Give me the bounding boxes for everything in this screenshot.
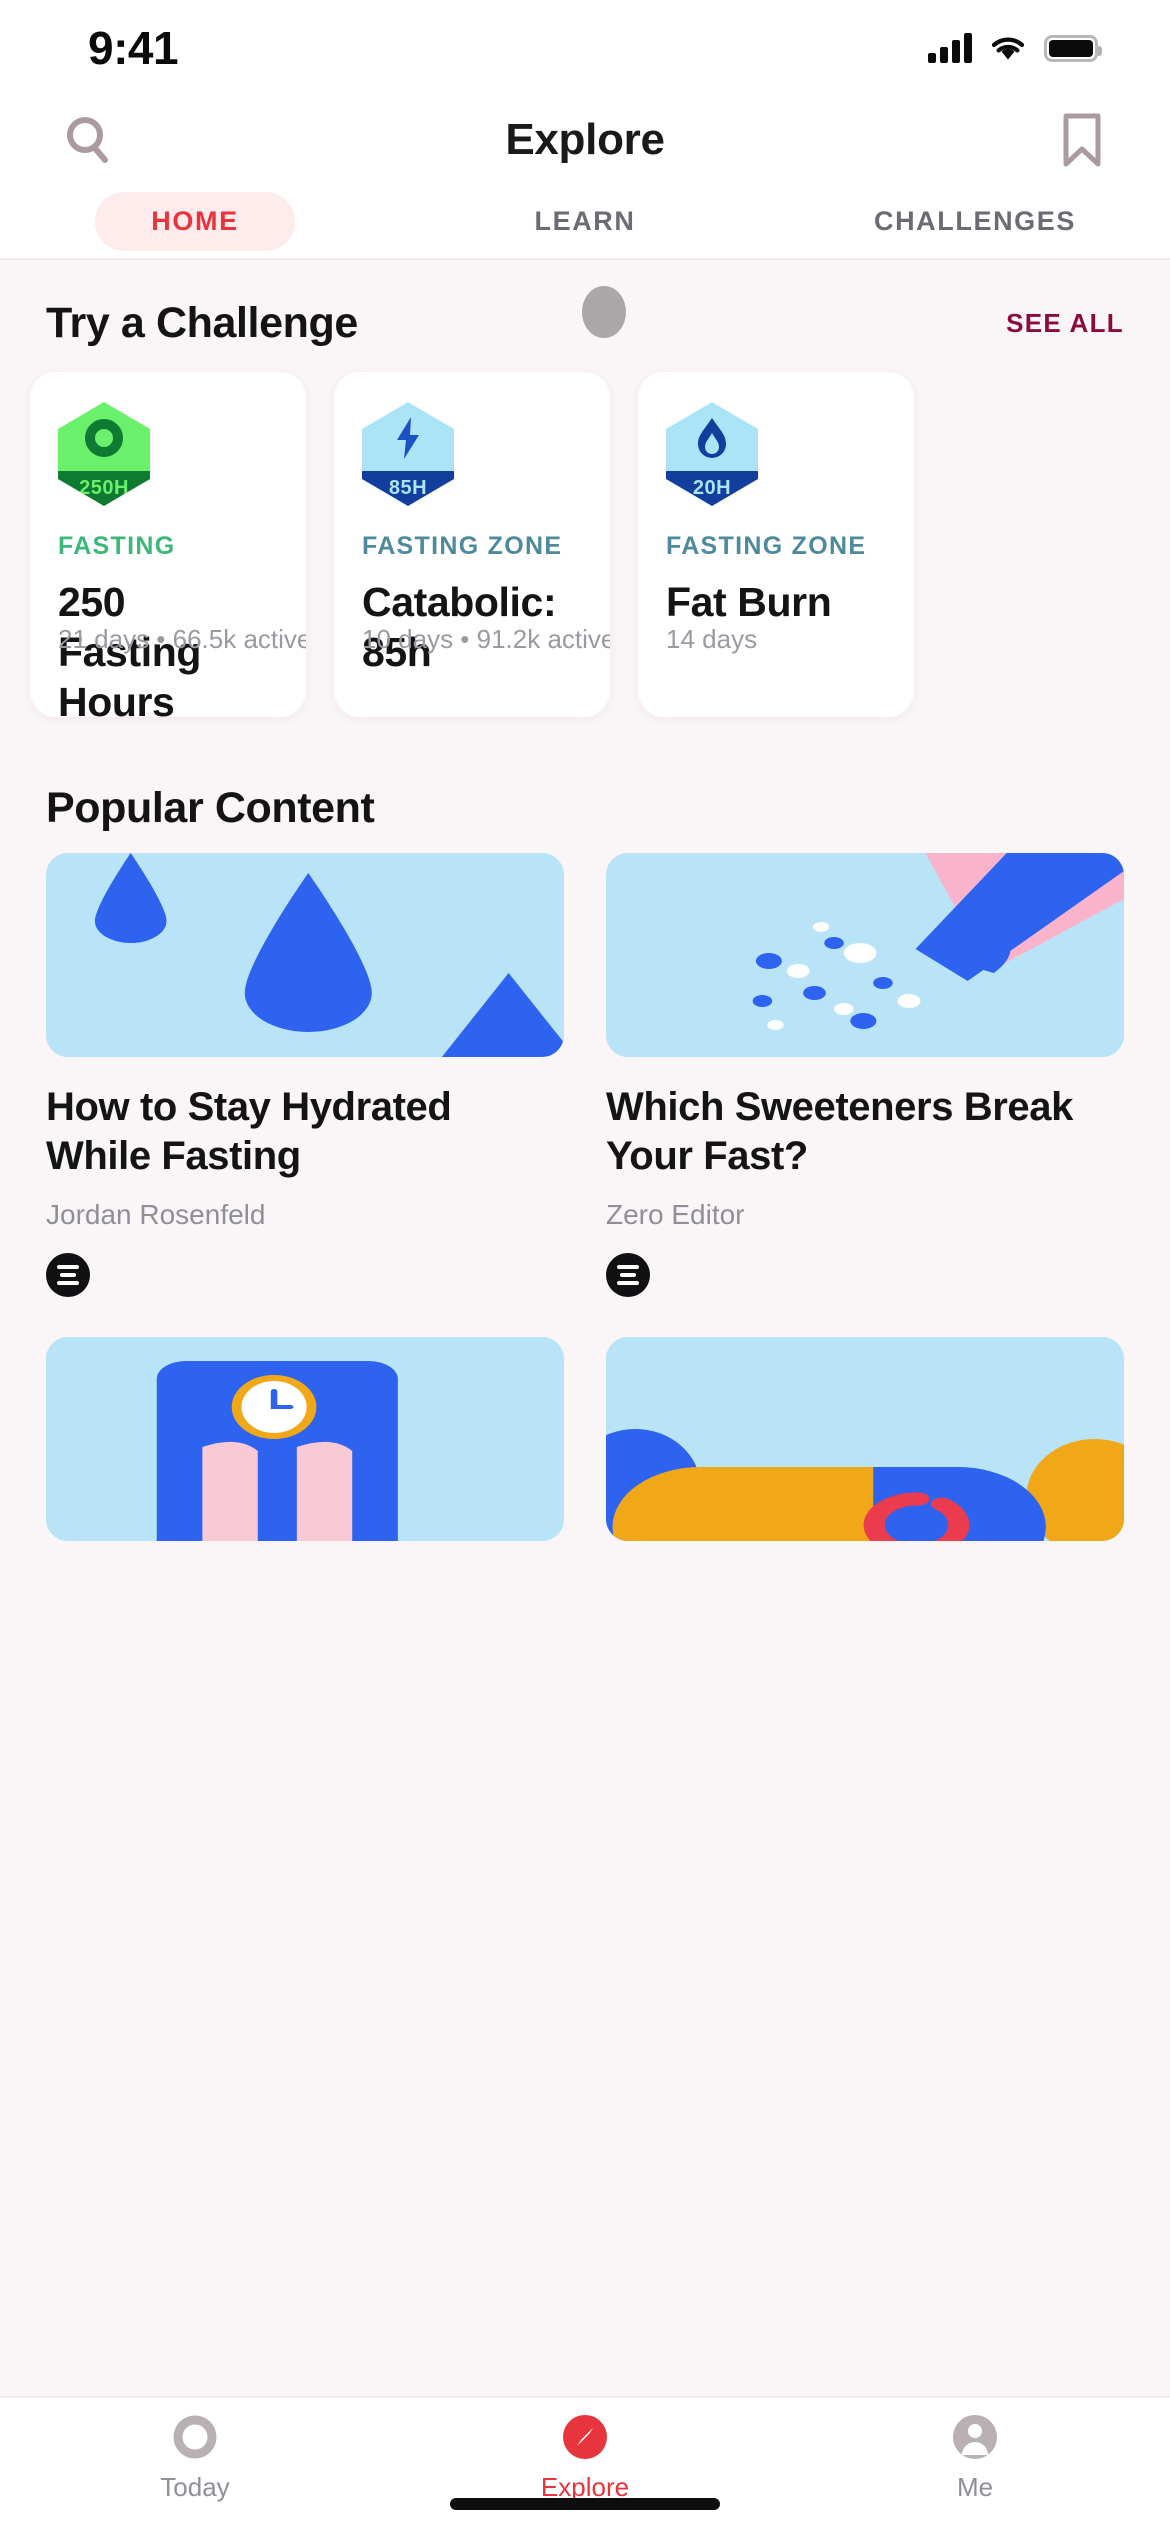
challenge-section-title: Try a Challenge <box>46 298 358 347</box>
article-thumbnail <box>606 1336 1124 1541</box>
article-icon <box>606 1252 650 1297</box>
ring-circle-icon <box>173 2415 217 2459</box>
challenge-badge: 85H <box>362 402 454 506</box>
tab-learn[interactable]: LEARN <box>390 191 780 251</box>
challenge-badge: 20H <box>666 402 758 506</box>
segmented-tab-bar: HOME LEARN CHALLENGES <box>0 184 1170 260</box>
supplement-pill-illustration <box>606 1336 1124 1541</box>
article-card[interactable] <box>606 1336 1124 1541</box>
status-bar: 9:41 <box>0 0 1170 96</box>
badge-hours-label: 20H <box>692 476 732 499</box>
page-title: Explore <box>505 115 665 164</box>
challenge-section-header: Try a Challenge SEE ALL <box>0 288 1170 358</box>
challenge-card-carousel[interactable]: 250H FASTING 250 Fasting Hours 21 days •… <box>0 372 1170 725</box>
challenge-kicker: FASTING ZONE <box>362 532 563 560</box>
scale-feet-illustration <box>46 1336 564 1541</box>
article-author: Jordan Rosenfeld <box>46 1198 266 1230</box>
sweetener-pour-illustration <box>606 853 1124 1057</box>
battery-icon <box>1044 34 1102 62</box>
tab-me-label: Me <box>956 2472 994 2502</box>
nav-bar: Explore <box>0 96 1170 184</box>
challenge-card[interactable]: 85H FASTING ZONE Catabolic: 85h 10 days … <box>334 372 610 717</box>
bottom-tab-bar: Today Explore Me <box>0 2396 1170 2532</box>
challenge-kicker: FASTING ZONE <box>666 532 867 560</box>
compass-icon <box>563 2415 607 2459</box>
wifi-icon <box>991 37 1025 60</box>
article-title: How to Stay Hydrated While Fasting <box>46 1085 452 1178</box>
challenge-title: Fat Burn <box>666 579 832 625</box>
tab-challenges[interactable]: CHALLENGES <box>780 191 1170 251</box>
search-icon[interactable] <box>56 108 120 172</box>
challenge-kicker: FASTING <box>58 532 176 560</box>
person-icon <box>953 2415 997 2459</box>
article-thumbnail <box>606 853 1124 1057</box>
phone-screen: 9:41 Explore HOME LEARN CHALLENGES Try a… <box>0 0 1170 2532</box>
article-title: Which Sweeteners Break Your Fast? <box>606 1085 1073 1178</box>
article-card[interactable] <box>46 1336 564 1541</box>
article-thumbnail <box>46 1336 564 1541</box>
see-all-challenges-link[interactable]: SEE ALL <box>1006 308 1124 339</box>
ring-icon <box>58 406 150 470</box>
article-card[interactable]: How to Stay Hydrated While Fasting Jorda… <box>46 853 564 1297</box>
scroll-content[interactable]: Try a Challenge SEE ALL 250H FASTING 250… <box>0 262 1170 2396</box>
tab-explore[interactable]: Explore <box>390 2412 780 2503</box>
tab-learn-label: LEARN <box>534 205 636 236</box>
badge-hours-label: 250H <box>79 476 129 499</box>
article-author: Zero Editor <box>606 1198 745 1230</box>
challenge-card[interactable]: 20H FASTING ZONE Fat Burn 14 days <box>638 372 914 717</box>
tab-today[interactable]: Today <box>0 2412 390 2503</box>
bookmark-icon[interactable] <box>1050 108 1114 172</box>
popular-section-header: Popular Content <box>0 773 1170 843</box>
status-time: 9:41 <box>88 22 179 74</box>
article-card[interactable]: Which Sweeteners Break Your Fast? Zero E… <box>606 853 1124 1297</box>
popular-section-title: Popular Content <box>46 783 375 832</box>
challenge-badge: 250H <box>58 402 150 506</box>
tab-home-label: HOME <box>95 191 295 251</box>
challenge-meta: 21 days • 66.5k active <box>58 624 306 654</box>
status-indicators <box>928 33 1102 63</box>
popular-content-grid: How to Stay Hydrated While Fasting Jorda… <box>0 853 1170 1541</box>
challenge-meta: 14 days <box>666 624 758 654</box>
challenge-card[interactable]: 250H FASTING 250 Fasting Hours 21 days •… <box>30 372 306 725</box>
signal-bars-icon <box>928 33 972 63</box>
home-indicator <box>450 2498 720 2510</box>
badge-hours-label: 85H <box>388 476 428 499</box>
article-icon <box>46 1252 90 1297</box>
tab-me[interactable]: Me <box>780 2412 1170 2503</box>
tab-challenges-label: CHALLENGES <box>873 205 1076 236</box>
tab-home[interactable]: HOME <box>0 191 390 251</box>
challenge-meta: 10 days • 91.2k active <box>362 624 610 654</box>
water-drops-illustration <box>46 853 564 1057</box>
flame-drop-icon <box>666 406 758 470</box>
article-thumbnail <box>46 853 564 1057</box>
lightning-bolt-icon <box>362 406 454 470</box>
tab-today-label: Today <box>160 2472 230 2502</box>
